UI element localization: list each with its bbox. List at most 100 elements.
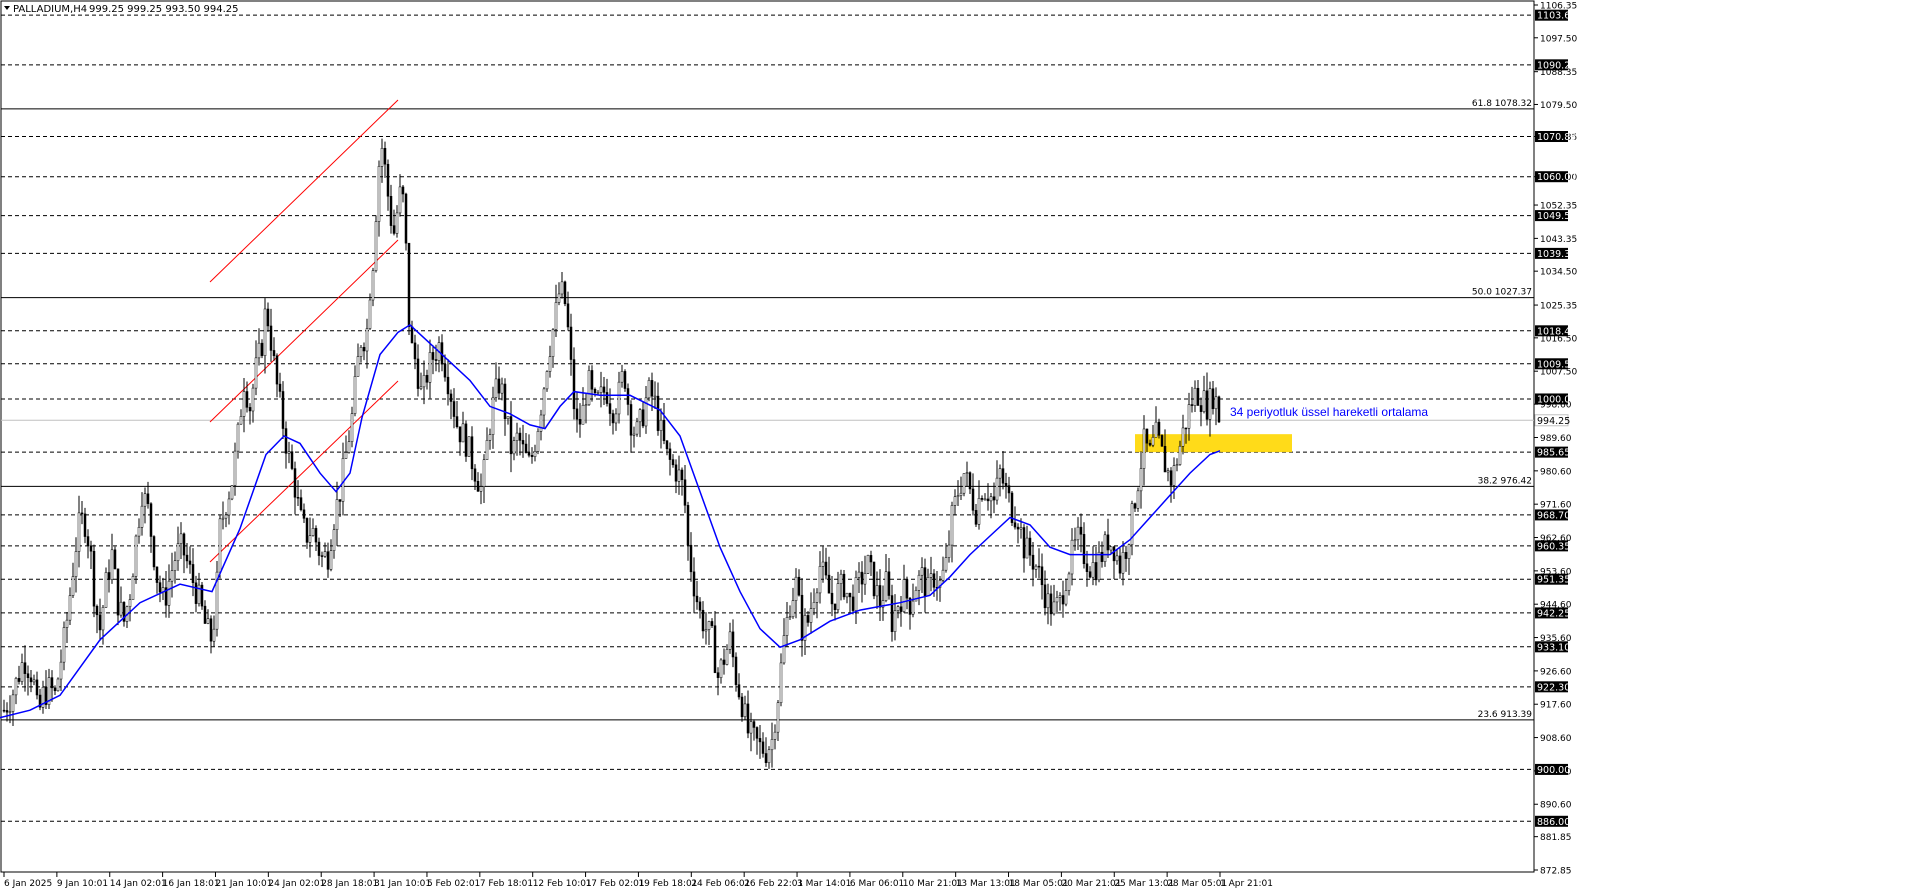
y-tick-label: 1079.50 (1540, 101, 1577, 111)
candle-body (359, 346, 363, 357)
candle-body (443, 363, 447, 378)
candle-body (1097, 551, 1101, 581)
x-tick-label: 17 Feb 02:01 (586, 879, 645, 888)
candle-body (527, 452, 531, 456)
candle-body (653, 395, 657, 398)
candle-body (137, 527, 141, 537)
candle-body (350, 413, 354, 442)
candle-body (1193, 387, 1197, 406)
candle-body (842, 573, 846, 598)
candle-body (1217, 396, 1221, 423)
candle-body (56, 678, 60, 692)
candle-body (1160, 435, 1164, 447)
candle-body (260, 342, 264, 356)
x-tick-label: 7 Feb 18:01 (480, 879, 533, 888)
candle-body (272, 350, 276, 357)
candle-body (1142, 428, 1146, 469)
candle-body (1043, 584, 1047, 609)
candle-body (785, 617, 789, 636)
candle-body (8, 711, 12, 713)
candle-body (929, 573, 933, 578)
candle-body (209, 618, 213, 642)
x-tick-label: 28 Jan 18:01 (321, 879, 378, 888)
candle-body (242, 391, 246, 417)
candle-body (770, 739, 774, 751)
candle-body (623, 371, 627, 389)
candle-body (815, 592, 819, 603)
candle-body (788, 616, 792, 618)
candle-body (1034, 565, 1038, 570)
candle-body (893, 610, 897, 632)
candle-body (674, 464, 678, 482)
candle-body (236, 423, 240, 452)
candle-body (143, 493, 147, 507)
candle-body (431, 352, 435, 360)
candle-body (584, 404, 588, 407)
candle-body (374, 221, 378, 271)
x-tick-label: 24 Feb 06:01 (691, 879, 750, 888)
candle-body (890, 595, 894, 632)
candle-body (857, 571, 861, 578)
candle-body (716, 672, 720, 678)
candle-body (491, 397, 495, 435)
candle-body (983, 498, 987, 501)
candle-body (725, 649, 729, 665)
candle-body (5, 710, 9, 713)
candle-body (773, 731, 777, 740)
candle-body (380, 148, 384, 167)
candle-body (392, 225, 396, 234)
candle-body (734, 656, 738, 685)
candle-body (596, 392, 600, 394)
candle-body (1208, 388, 1212, 420)
candle-body (563, 281, 567, 305)
candle-body (791, 600, 795, 617)
current-price-label: 994.25 (1537, 416, 1570, 427)
candle-body (227, 498, 231, 516)
x-tick-label: 5 Feb 02:01 (427, 879, 480, 888)
candle-body (83, 513, 87, 537)
candle-body (689, 544, 693, 573)
candle-body (1046, 593, 1050, 609)
candle-body (248, 407, 252, 412)
candle-body (1169, 470, 1173, 486)
candle-body (29, 677, 33, 683)
candle-body (119, 601, 123, 616)
candle-body (962, 473, 966, 494)
candle-body (1088, 571, 1092, 578)
x-tick-label: 26 Feb 22:01 (744, 879, 803, 888)
candle-body (986, 498, 990, 502)
level-label: 1009.50 (1537, 359, 1576, 370)
candle-body (1055, 597, 1059, 603)
candle-body (614, 413, 618, 424)
candle-body (299, 497, 303, 511)
level-label: 1060.00 (1537, 172, 1576, 183)
candle-body (218, 518, 222, 573)
candle-body (650, 380, 654, 397)
candle-body (884, 571, 888, 601)
candle-body (710, 621, 714, 626)
candle-body (101, 607, 105, 631)
candle-body (605, 392, 609, 404)
candle-body (629, 404, 633, 436)
candle-body (821, 561, 825, 567)
candle-body (524, 443, 528, 453)
x-tick-label: 1 Apr 21:01 (1220, 879, 1273, 888)
candle-body (434, 359, 438, 361)
candle-body (1178, 445, 1182, 465)
x-tick-label: 6 Jan 2025 (4, 879, 52, 888)
candle-body (1211, 388, 1215, 410)
candle-body (866, 555, 870, 574)
candle-body (551, 329, 555, 357)
x-tick-label: 19 Feb 18:01 (638, 879, 697, 888)
price-chart: 61.8 1078.32 50.0 1027.37 38.2 976.42 23.6 … (0, 0, 1577, 888)
candle-body (1022, 527, 1026, 559)
candle-body (737, 684, 741, 698)
candle-body (1025, 537, 1029, 559)
candle-body (326, 551, 330, 570)
fib-label: 23.6 913.39 (1478, 710, 1533, 720)
y-tick-label: 917.60 (1540, 701, 1572, 711)
candle-body (1139, 468, 1143, 492)
candle-body (32, 679, 36, 683)
candle-body (221, 517, 225, 520)
candle-body (1112, 546, 1116, 562)
